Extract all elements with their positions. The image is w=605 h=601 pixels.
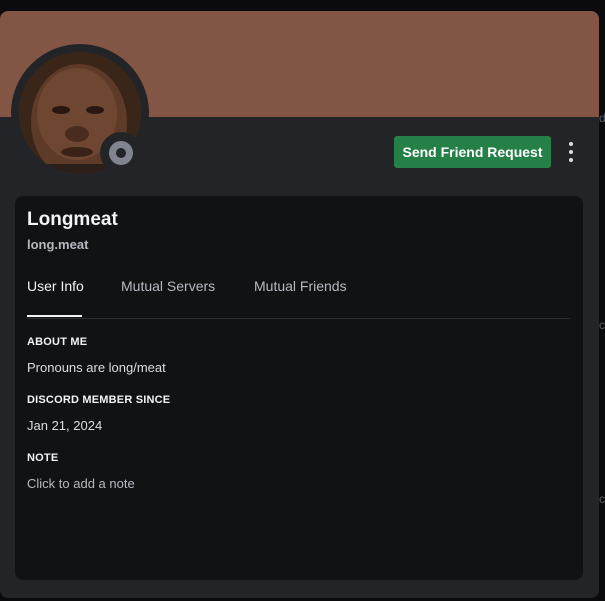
display-name: Longmeat	[27, 209, 118, 230]
about-me-text: Pronouns are long/meat	[27, 360, 166, 375]
profile-tabs: User Info Mutual Servers Mutual Friends	[27, 278, 570, 319]
ellipsis-dot	[569, 150, 573, 154]
about-me-heading: ABOUT ME	[27, 336, 88, 348]
profile-body: Longmeat long.meat User Info Mutual Serv…	[15, 196, 583, 580]
member-since-date: Jan 21, 2024	[27, 418, 103, 433]
ellipsis-dot	[569, 158, 573, 162]
tab-mutual-servers[interactable]: Mutual Servers	[121, 278, 215, 316]
background-text-fragment: c	[599, 318, 605, 332]
offline-status-hole	[116, 148, 126, 158]
avatar-ring[interactable]	[11, 44, 149, 182]
active-tab-indicator	[27, 315, 82, 317]
tab-mutual-friends[interactable]: Mutual Friends	[254, 278, 347, 316]
note-input[interactable]: Click to add a note	[27, 476, 135, 491]
tab-user-info[interactable]: User Info	[27, 278, 84, 316]
offline-status-icon	[109, 141, 133, 165]
ellipsis-dot	[569, 142, 573, 146]
status-indicator	[100, 132, 142, 174]
user-profile-popout: Send Friend Request Longmeat long.meat U…	[0, 11, 599, 598]
member-since-heading: DISCORD MEMBER SINCE	[27, 394, 171, 406]
note-heading: NOTE	[27, 452, 59, 464]
vertical-ellipsis-icon[interactable]	[562, 139, 580, 165]
background-text-fragment: c	[599, 492, 605, 506]
send-friend-request-button[interactable]: Send Friend Request	[394, 136, 551, 168]
username: long.meat	[27, 237, 89, 252]
background-text-fragment: d	[599, 111, 605, 125]
